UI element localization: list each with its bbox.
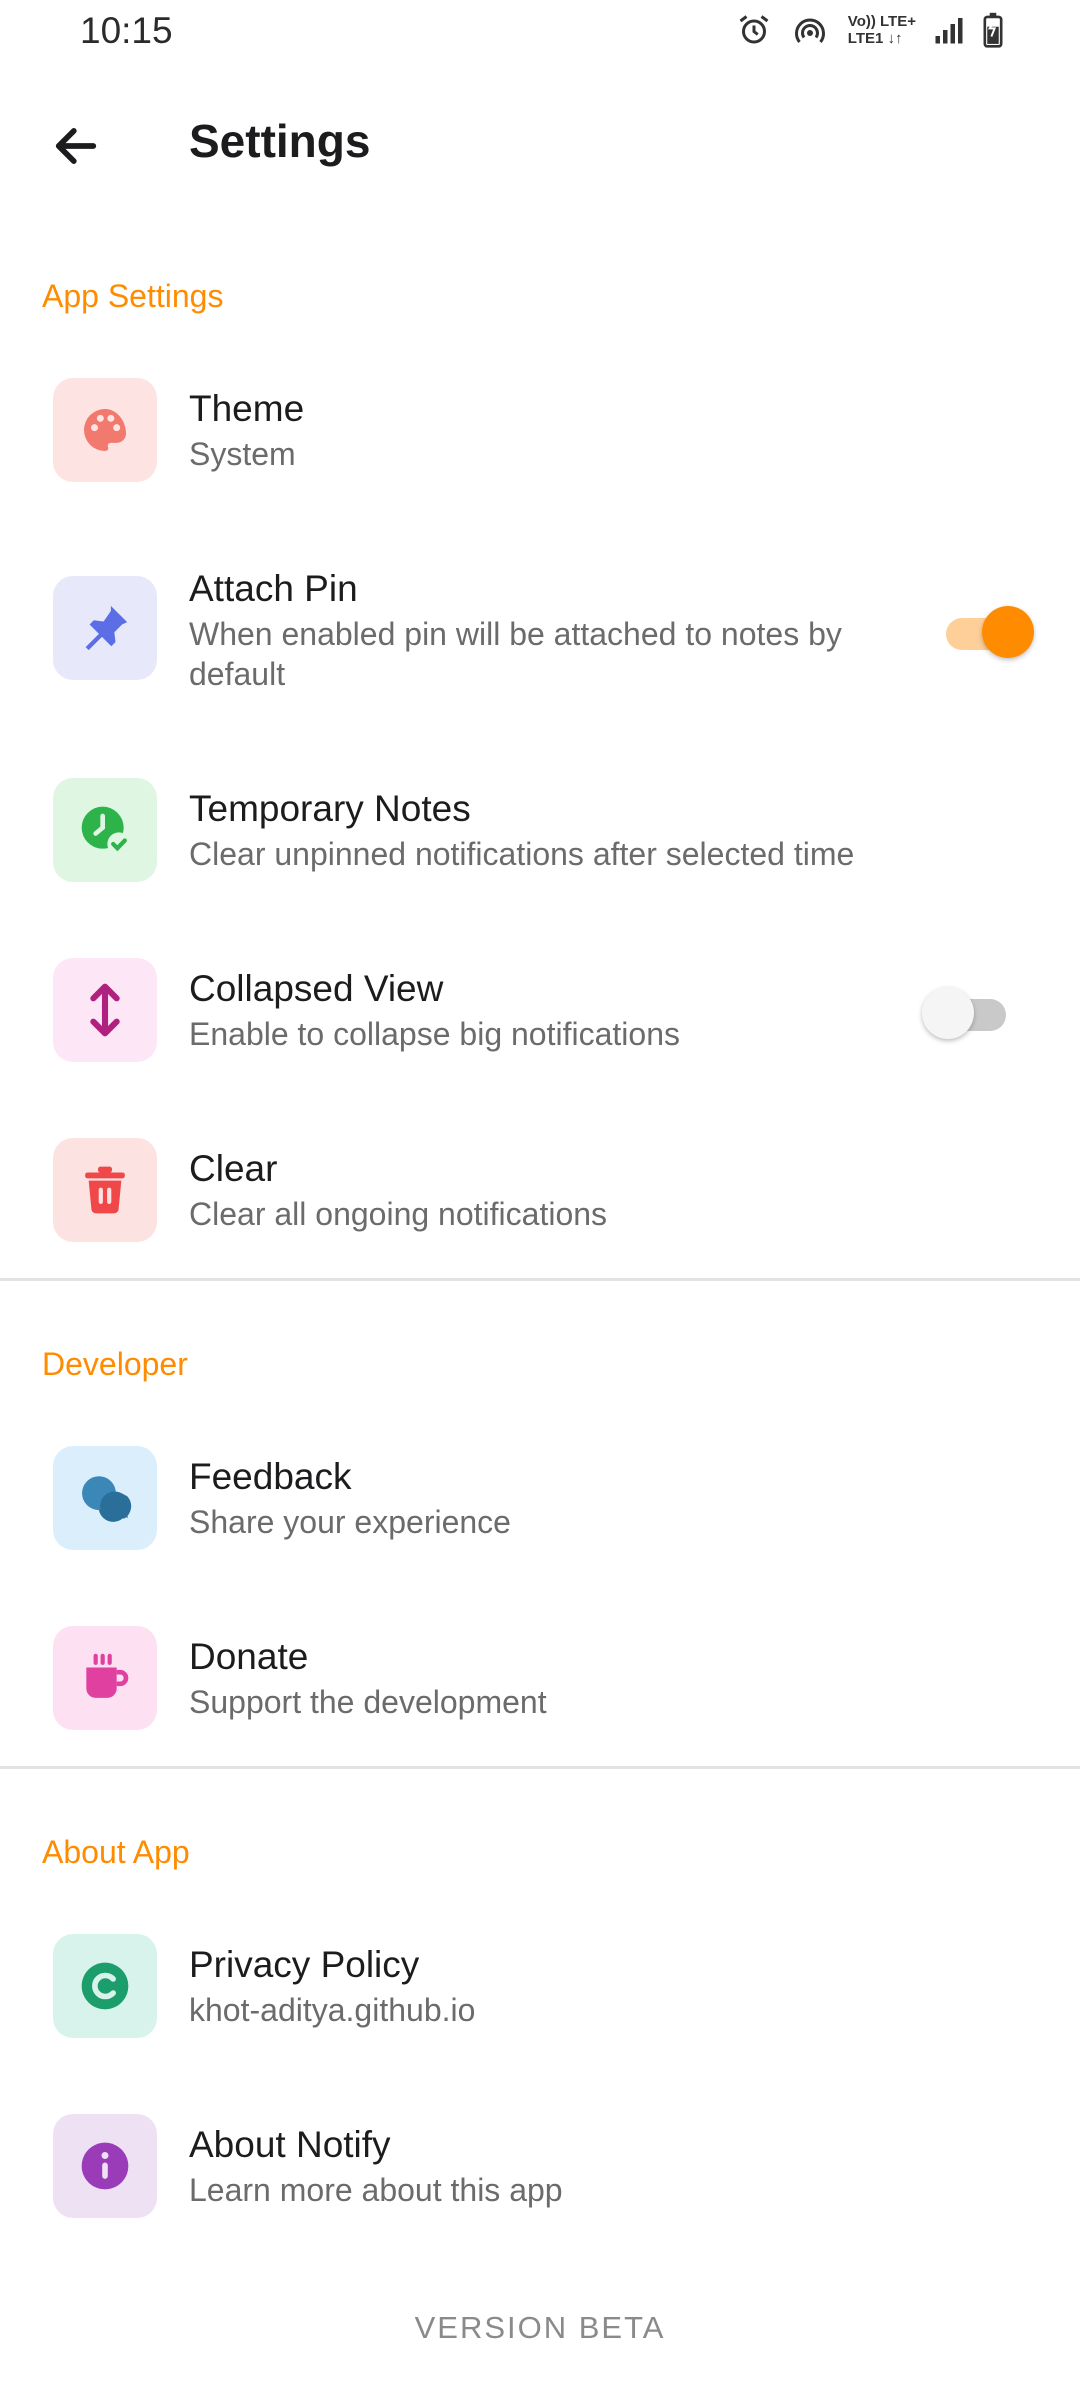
toggle-thumb xyxy=(982,606,1034,658)
network-type-label: Vo)) LTE+ LTE1 ↓↑ xyxy=(848,13,916,47)
trash-icon xyxy=(85,1166,125,1214)
pin-icon xyxy=(85,605,128,651)
clock-check-icon xyxy=(81,806,131,856)
collapsed-view-toggle[interactable] xyxy=(922,980,1012,1040)
settings-item-theme[interactable]: Theme System xyxy=(0,370,1080,490)
theme-icon-tile xyxy=(53,378,157,482)
settings-item-about-notify[interactable]: About Notify Learn more about this app xyxy=(0,2112,1080,2232)
expand-vertical-icon xyxy=(90,983,120,1037)
clear-title: Clear xyxy=(189,1148,278,1189)
privacy-policy-title: Privacy Policy xyxy=(189,1944,420,1985)
temporary-notes-text: Temporary Notes Clear unpinned notificat… xyxy=(189,786,854,874)
settings-item-feedback[interactable]: Feedback Share your experience xyxy=(0,1444,1080,1564)
settings-item-attach-pin[interactable]: Attach Pin When enabled pin will be atta… xyxy=(0,566,1080,702)
section-divider xyxy=(0,1278,1080,1281)
alarm-icon xyxy=(736,12,772,48)
theme-text: Theme System xyxy=(189,386,304,474)
feedback-subtitle: Share your experience xyxy=(189,1504,511,1540)
coffee-cup-icon xyxy=(86,1653,129,1698)
donate-title: Donate xyxy=(189,1636,309,1677)
feedback-title: Feedback xyxy=(189,1456,352,1497)
section-header-developer: Developer xyxy=(42,1346,188,1382)
status-icons: Vo)) LTE+ LTE1 ↓↑ xyxy=(736,12,1004,48)
temporary-notes-subtitle: Clear unpinned notifications after selec… xyxy=(189,836,855,872)
network-label-bottom: LTE1 ↓↑ xyxy=(847,30,903,47)
feedback-icon-tile xyxy=(53,1446,157,1550)
about-notify-icon-tile xyxy=(53,2114,157,2218)
attach-pin-icon-tile xyxy=(53,576,157,680)
info-icon xyxy=(81,2142,129,2190)
temporary-notes-title: Temporary Notes xyxy=(189,788,471,829)
section-header-app-settings: App Settings xyxy=(42,278,224,314)
settings-item-temporary-notes[interactable]: Temporary Notes Clear unpinned notificat… xyxy=(0,776,1080,896)
collapsed-view-title: Collapsed View xyxy=(189,968,444,1009)
attach-pin-title: Attach Pin xyxy=(189,568,358,609)
settings-item-clear[interactable]: Clear Clear all ongoing notifications xyxy=(0,1136,1080,1256)
page-title: Settings xyxy=(189,115,371,167)
about-notify-text: About Notify Learn more about this app xyxy=(189,2122,563,2210)
toggle-thumb xyxy=(922,987,974,1039)
settings-item-privacy-policy[interactable]: Privacy Policy khot-aditya.github.io xyxy=(0,1932,1080,2052)
chat-bubbles-icon xyxy=(82,1476,132,1522)
donate-subtitle: Support the development xyxy=(189,1684,547,1720)
donate-text: Donate Support the development xyxy=(189,1634,547,1722)
collapsed-view-icon-tile xyxy=(53,958,157,1062)
attach-pin-subtitle: When enabled pin will be attached to not… xyxy=(189,616,842,692)
attach-pin-toggle[interactable] xyxy=(942,599,1034,659)
about-notify-title: About Notify xyxy=(189,2124,391,2165)
settings-item-donate[interactable]: Donate Support the development xyxy=(0,1624,1080,1744)
status-time: 10:15 xyxy=(80,10,173,51)
status-bar: 10:15 Vo)) LTE+ LTE1 ↓↑ xyxy=(0,0,1080,72)
palette-icon xyxy=(84,409,126,451)
copyright-icon xyxy=(81,1962,129,2010)
signal-icon xyxy=(934,14,964,46)
arrow-left-icon xyxy=(55,128,97,164)
collapsed-view-text: Collapsed View Enable to collapse big no… xyxy=(189,966,680,1054)
app-bar: Settings xyxy=(0,96,1080,188)
donate-icon-tile xyxy=(53,1626,157,1730)
attach-pin-text: Attach Pin When enabled pin will be atta… xyxy=(189,566,909,694)
version-label: VERSION BETA xyxy=(414,2310,666,2345)
theme-title: Theme xyxy=(189,388,305,429)
network-label-top: Vo)) LTE+ xyxy=(847,13,916,30)
theme-subtitle: System xyxy=(189,436,296,472)
battery-icon xyxy=(982,12,1004,48)
clear-icon-tile xyxy=(53,1138,157,1242)
about-notify-subtitle: Learn more about this app xyxy=(189,2172,563,2208)
temporary-notes-icon-tile xyxy=(53,778,157,882)
section-divider xyxy=(0,1766,1080,1769)
hotspot-icon xyxy=(790,12,830,48)
privacy-policy-icon-tile xyxy=(53,1934,157,2038)
back-button[interactable] xyxy=(40,110,112,182)
privacy-policy-text: Privacy Policy khot-aditya.github.io xyxy=(189,1942,475,2030)
feedback-text: Feedback Share your experience xyxy=(189,1454,511,1542)
clear-subtitle: Clear all ongoing notifications xyxy=(189,1196,608,1232)
privacy-policy-subtitle: khot-aditya.github.io xyxy=(189,1992,476,2028)
section-header-about-app: About App xyxy=(42,1834,190,1870)
collapsed-view-subtitle: Enable to collapse big notifications xyxy=(189,1016,680,1052)
settings-item-collapsed-view[interactable]: Collapsed View Enable to collapse big no… xyxy=(0,956,1080,1076)
clear-text: Clear Clear all ongoing notifications xyxy=(189,1146,607,1234)
